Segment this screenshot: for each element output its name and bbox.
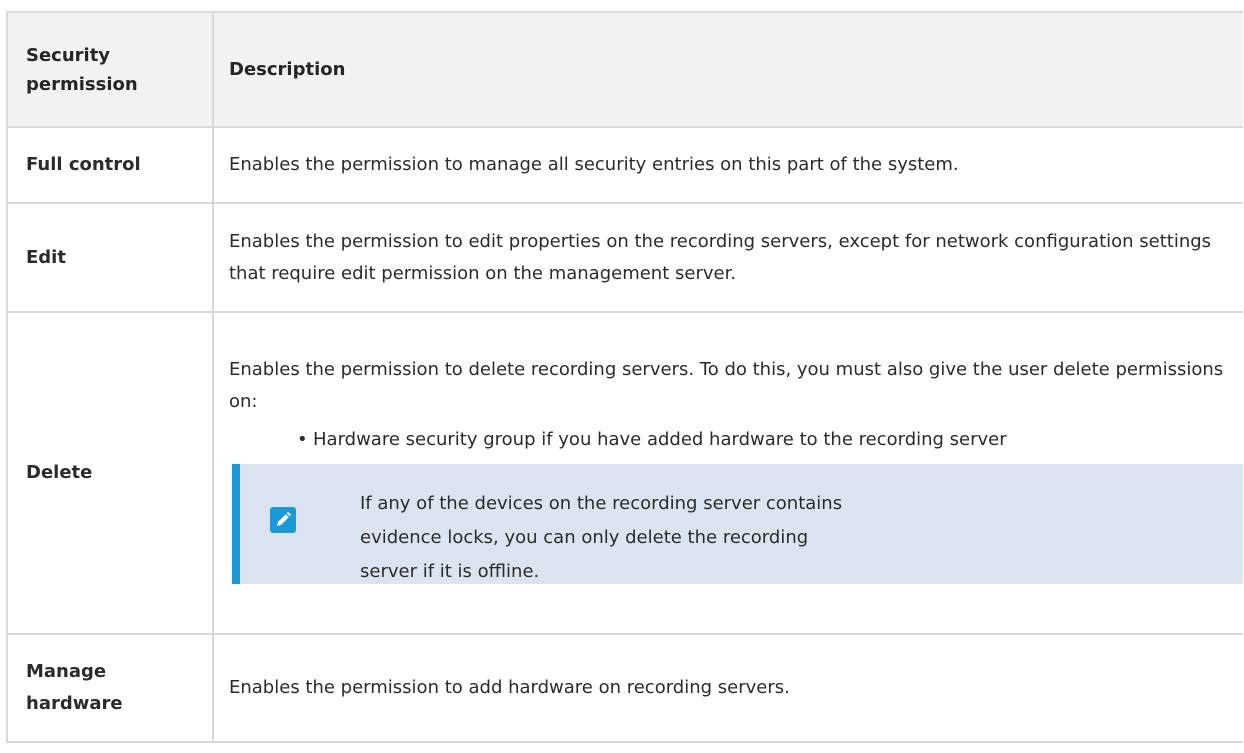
note-callout: If any of the devices on the recording s… bbox=[232, 464, 1243, 584]
permission-description: Enables the permission to add hardware o… bbox=[213, 633, 1243, 743]
table-row: Manage hardware Enables the permission t… bbox=[6, 633, 1243, 743]
permission-name: Edit bbox=[6, 202, 214, 313]
permission-description: Enables the permission to edit propertie… bbox=[213, 202, 1243, 313]
bullet-icon: • bbox=[297, 429, 308, 450]
permission-name: Full control bbox=[6, 126, 214, 204]
column-header-description: Description bbox=[213, 11, 1243, 128]
note-text: If any of the devices on the recording s… bbox=[360, 493, 843, 582]
permission-description-cell: Enables the permission to delete recordi… bbox=[213, 311, 1243, 635]
pencil-note-icon bbox=[270, 507, 296, 533]
permission-description: Enables the permission to manage all sec… bbox=[213, 126, 1243, 204]
list-item-text: Hardware security group if you have adde… bbox=[313, 429, 1007, 450]
list-item: • Hardware security group if you have ad… bbox=[229, 424, 1229, 456]
table-row: Full control Enables the permission to m… bbox=[6, 126, 1243, 204]
table-row: Edit Enables the permission to edit prop… bbox=[6, 202, 1243, 313]
bullet-list: • Hardware security group if you have ad… bbox=[229, 424, 1229, 456]
table-row: Delete Enables the permission to delete … bbox=[6, 311, 1243, 635]
permissions-table: Security permission Description Full con… bbox=[6, 11, 1243, 743]
permission-name: Manage hardware bbox=[6, 633, 214, 743]
column-header-security-permission: Security permission bbox=[6, 11, 214, 128]
table-header-row: Security permission Description bbox=[6, 11, 1243, 128]
permission-name: Delete bbox=[6, 311, 214, 635]
permission-description: Enables the permission to delete recordi… bbox=[229, 359, 1224, 412]
